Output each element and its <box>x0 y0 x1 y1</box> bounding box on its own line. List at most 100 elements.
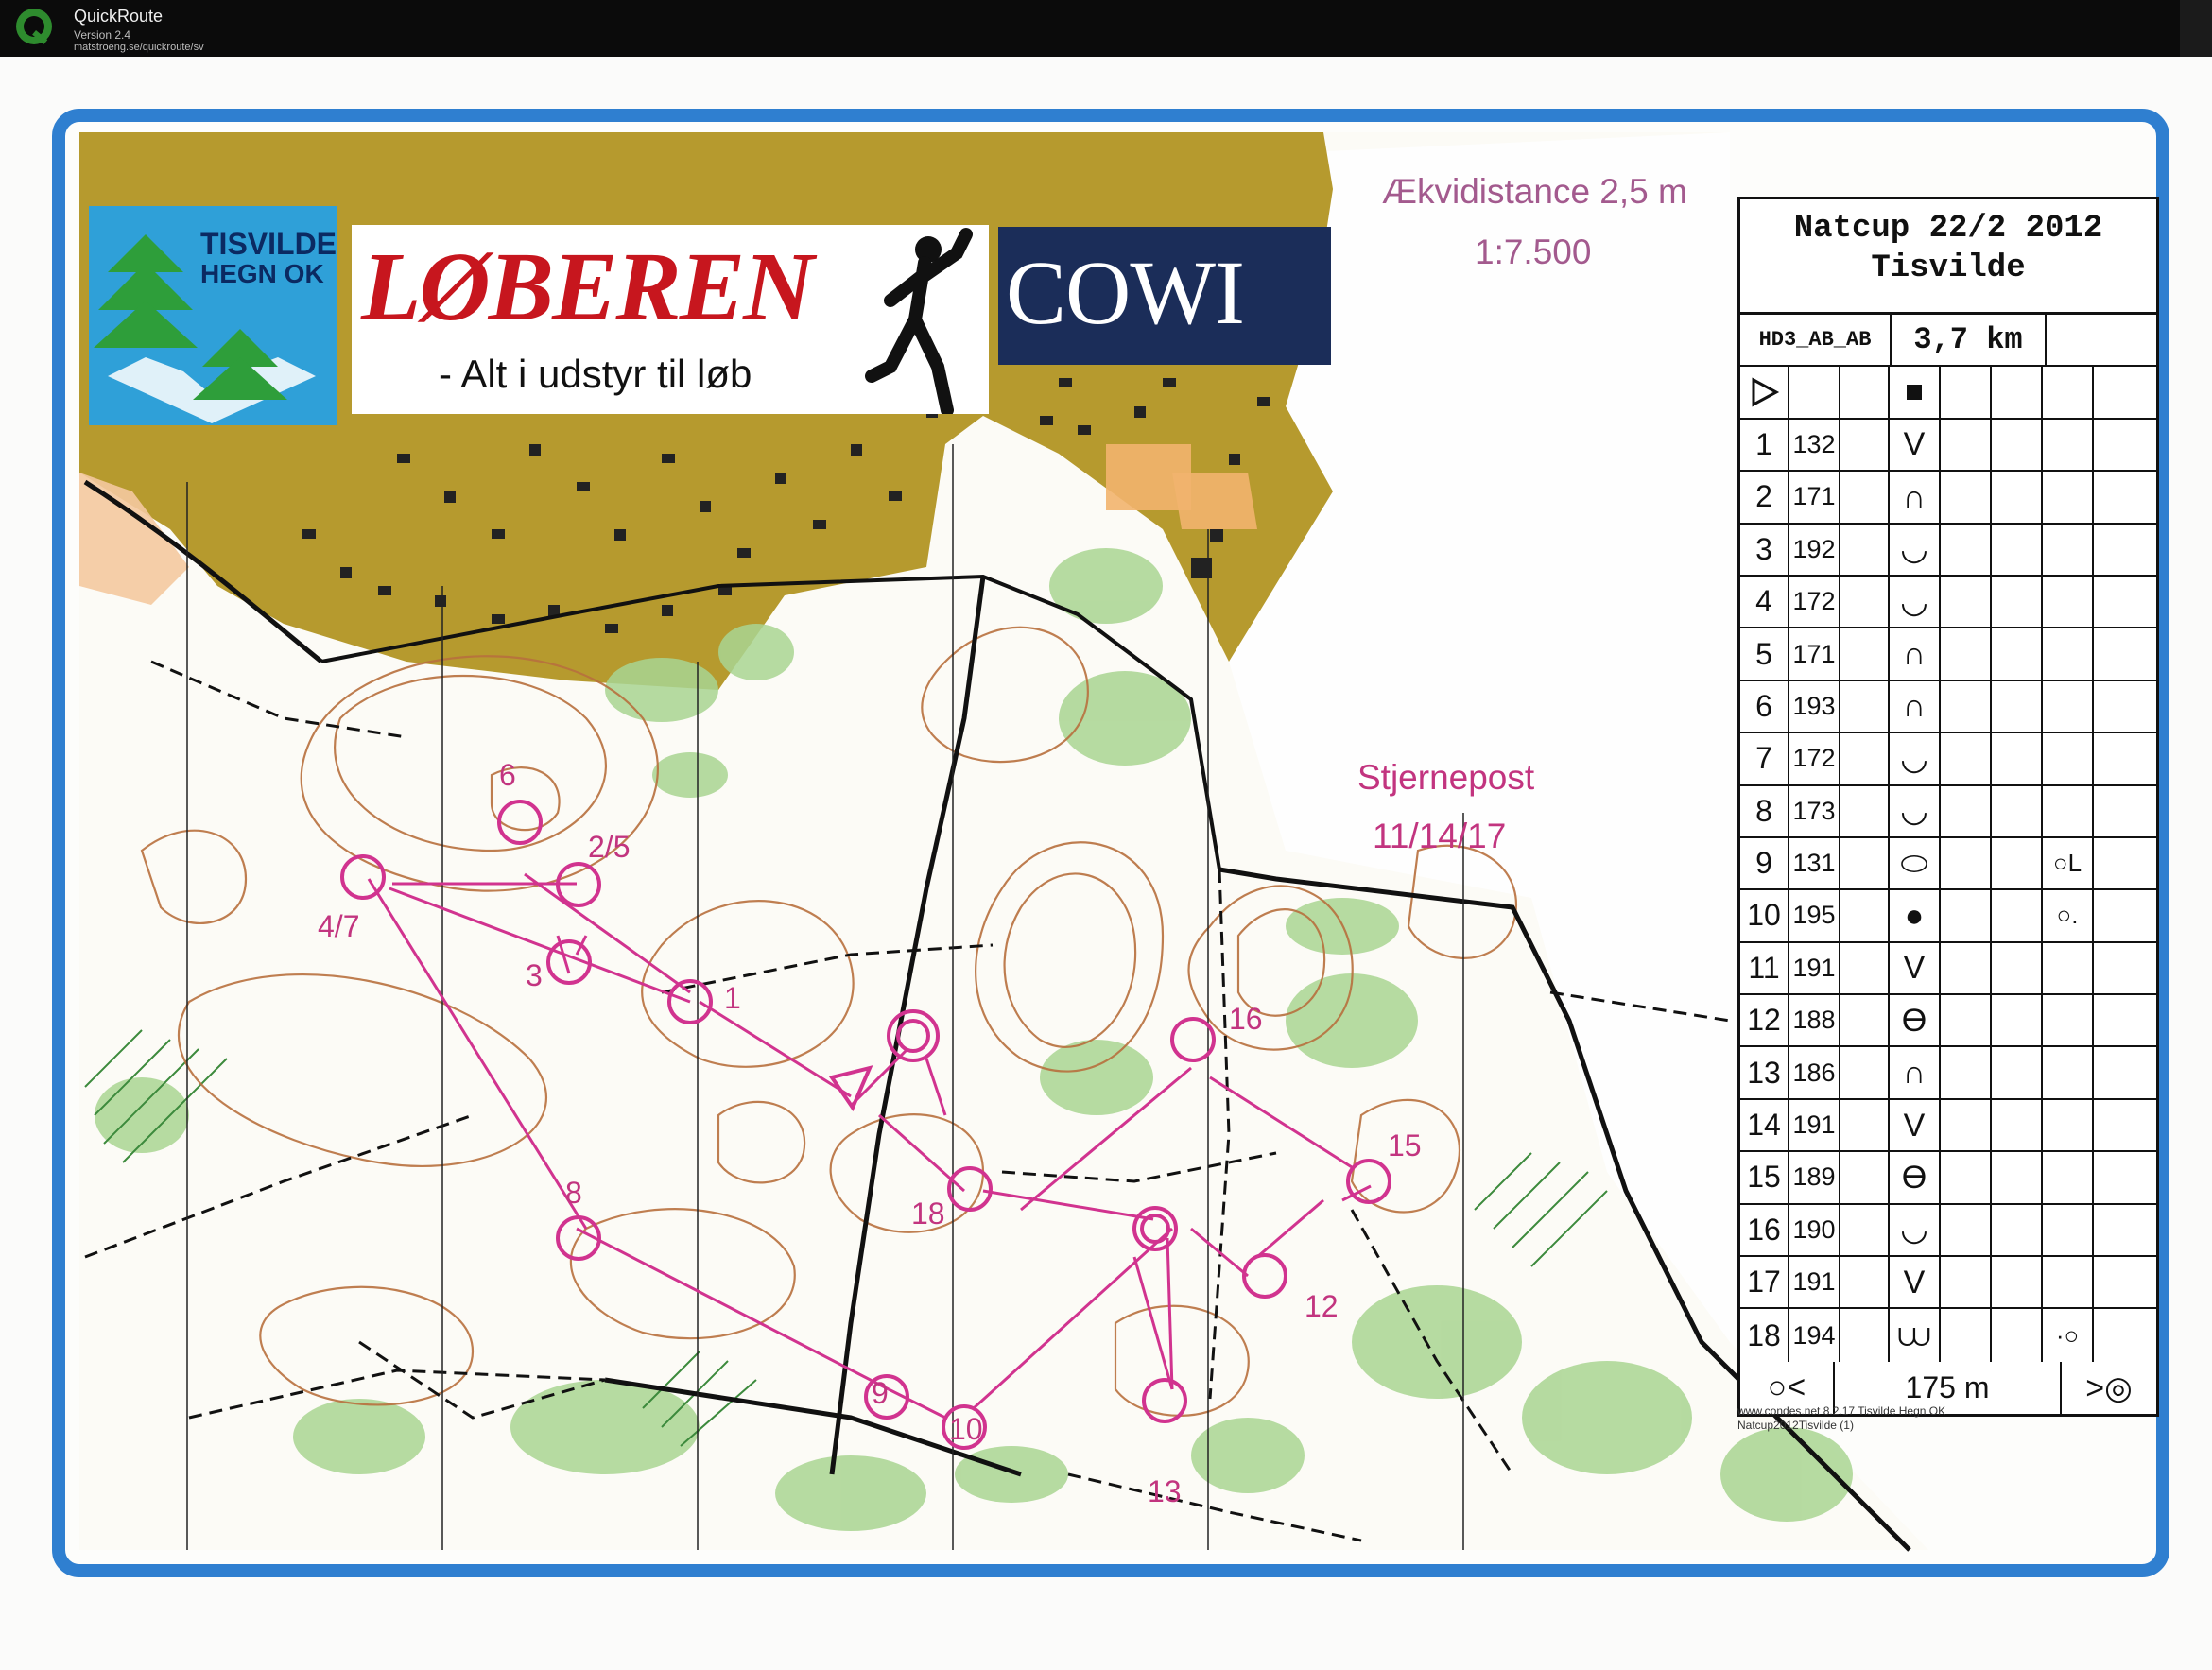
control-other <box>2094 1047 2156 1097</box>
cowi-name: COWI <box>1006 242 1245 343</box>
event-place: Tisvilde <box>1871 250 2026 286</box>
control-appearance <box>1941 837 1992 889</box>
control-feature: ∩ <box>1890 1047 1941 1098</box>
control-which <box>1840 680 1890 732</box>
control-number: 11 <box>1740 942 1789 994</box>
label-8: 8 <box>565 1176 582 1210</box>
control-dimension <box>1992 942 2043 994</box>
control-other <box>2094 577 2156 627</box>
control-row: 1 132 V <box>1740 419 2156 473</box>
control-other <box>2094 1205 2156 1255</box>
control-dimension <box>1992 785 2043 836</box>
app-url[interactable]: matstroeng.se/quickroute/sv <box>74 42 204 53</box>
label-15: 15 <box>1388 1128 1422 1162</box>
control-other <box>2094 1100 2156 1150</box>
control-dimension <box>1992 419 2043 471</box>
control-appearance <box>1941 628 1992 680</box>
control-other <box>2094 890 2156 940</box>
control-code: 194 <box>1789 1309 1840 1362</box>
app-version: Version 2.4 <box>74 28 131 42</box>
control-number: 6 <box>1740 680 1789 732</box>
filled-square-icon <box>1907 385 1922 401</box>
control-location: ○. <box>2043 890 2094 941</box>
label-18: 18 <box>911 1197 945 1231</box>
control-other <box>2094 943 2156 993</box>
control-which <box>1840 1257 1890 1308</box>
control-feature: ⩊ <box>1890 1309 1941 1362</box>
control-code: 171 <box>1789 628 1840 680</box>
control-other <box>2094 628 2156 679</box>
control-row: 8 173 ◡ <box>1740 785 2156 838</box>
control-other <box>2094 525 2156 575</box>
control-number: 5 <box>1740 628 1789 680</box>
control-number: 9 <box>1740 837 1789 889</box>
description-header: Natcup 22/2 2012 Tisvilde <box>1740 199 2156 315</box>
map-credit: www.condes.net 8.2.17 Tisvilde Hegn OK N… <box>1737 1404 1945 1433</box>
control-feature: ◡ <box>1890 524 1941 575</box>
control-code: 171 <box>1789 472 1840 523</box>
control-dimension <box>1992 1257 2043 1308</box>
control-location <box>2043 942 2094 994</box>
control-feature: ◡ <box>1890 785 1941 836</box>
control-feature: ⬭ <box>1890 837 1941 889</box>
control-number: 1 <box>1740 419 1789 471</box>
club-name-line2: HEGN OK <box>200 259 324 288</box>
control-appearance <box>1941 680 1992 732</box>
app-name: QuickRoute <box>74 7 164 26</box>
control-other <box>2094 1309 2156 1361</box>
label-16: 16 <box>1229 1002 1263 1036</box>
start-row <box>1740 367 2156 420</box>
control-number: 2 <box>1740 472 1789 523</box>
finish-right-symbol: >◎ <box>2085 1369 2133 1406</box>
control-code: 191 <box>1789 942 1840 994</box>
control-number: 14 <box>1740 1099 1789 1151</box>
label-3: 3 <box>526 958 543 992</box>
control-location <box>2043 472 2094 523</box>
window-edge <box>2180 0 2212 57</box>
control-dimension <box>1992 1152 2043 1203</box>
star-post-label: Stjernepost <box>1357 758 1535 797</box>
control-feature: ∩ <box>1890 628 1941 680</box>
control-location <box>2043 995 2094 1046</box>
control-which <box>1840 837 1890 889</box>
start-triangle-icon <box>1752 377 1780 407</box>
course-name: HD3_AB_AB <box>1740 315 1892 366</box>
label-10: 10 <box>949 1412 983 1446</box>
control-code: 191 <box>1789 1099 1840 1151</box>
control-which <box>1840 995 1890 1046</box>
control-appearance <box>1941 995 1992 1046</box>
control-other <box>2094 1152 2156 1202</box>
control-appearance <box>1941 890 1992 941</box>
star-post-controls: 11/14/17 <box>1373 817 1507 855</box>
control-code: 192 <box>1789 524 1840 575</box>
control-code: 188 <box>1789 995 1840 1046</box>
title-bar: QuickRoute Version 2.4 matstroeng.se/qui… <box>0 0 2212 57</box>
control-dimension <box>1992 837 2043 889</box>
control-other <box>2094 786 2156 836</box>
control-dimension <box>1992 1204 2043 1256</box>
control-feature: V <box>1890 419 1941 471</box>
control-row: 3 192 ◡ <box>1740 524 2156 577</box>
course-length: 3,7 km <box>1892 315 2047 366</box>
control-code: 132 <box>1789 419 1840 471</box>
control-number: 17 <box>1740 1257 1789 1308</box>
control-number: 18 <box>1740 1309 1789 1362</box>
control-appearance <box>1941 419 1992 471</box>
control-appearance <box>1941 942 1992 994</box>
control-feature: ◡ <box>1890 733 1941 784</box>
control-feature: V <box>1890 1099 1941 1151</box>
club-name-line1: TISVILDE <box>200 227 337 261</box>
label-2-5: 2/5 <box>588 830 631 864</box>
control-number: 3 <box>1740 524 1789 575</box>
control-number: 13 <box>1740 1047 1789 1098</box>
control-which <box>1840 1204 1890 1256</box>
control-which <box>1840 419 1890 471</box>
control-row: 7 172 ◡ <box>1740 733 2156 786</box>
control-row: 16 190 ◡ <box>1740 1204 2156 1258</box>
control-other <box>2094 681 2156 732</box>
control-appearance <box>1941 1099 1992 1151</box>
control-dimension <box>1992 576 2043 628</box>
control-which <box>1840 890 1890 941</box>
control-location <box>2043 1152 2094 1203</box>
control-dimension <box>1992 628 2043 680</box>
